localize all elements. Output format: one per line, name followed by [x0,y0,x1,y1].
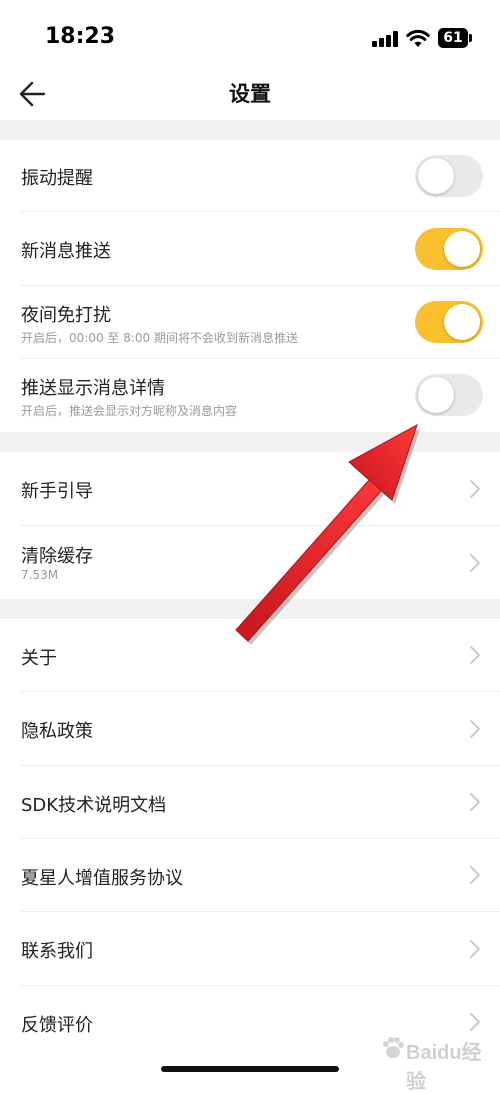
menu-item-guide[interactable]: 新手引导 [0,452,500,526]
setting-row-push: 新消息推送 [0,212,500,286]
section-gap [0,599,500,619]
menu-item-label: 反馈评价 [21,1015,93,1036]
setting-row-vibration: 振动提醒 [0,140,500,212]
setting-label: 振动提醒 [21,168,93,189]
wifi-icon [406,29,430,47]
menu-item-label: 新手引导 [21,481,93,502]
home-indicator[interactable] [161,1066,339,1072]
battery-level: 61 [438,28,468,48]
setting-label: 夜间免打扰 [21,305,111,326]
menu-item-label: 夏星人增值服务协议 [21,868,183,889]
menu-item-sdk-doc[interactable]: SDK技术说明文档 [0,766,500,839]
status-bar: 18:23 61 [0,0,500,70]
menu-item-label: SDK技术说明文档 [21,795,167,816]
push-details-toggle[interactable] [415,374,483,416]
menu-item-label: 隐私政策 [21,721,93,742]
chevron-right-icon [470,866,480,884]
section-gap [0,120,500,140]
menu-item-clear-cache[interactable]: 清除缓存 7.53M [0,526,500,599]
chevron-right-icon [470,480,480,498]
menu-item-privacy[interactable]: 隐私政策 [0,692,500,766]
cache-size: 7.53M [21,568,59,582]
chevron-right-icon [470,646,480,664]
chevron-right-icon [470,793,480,811]
vibration-toggle[interactable] [415,155,483,197]
menu-item-about[interactable]: 关于 [0,619,500,692]
setting-row-dnd: 夜间免打扰 开启后，00:00 至 8:00 期间将不会收到新消息推送 [0,286,500,359]
back-arrow-icon[interactable] [14,74,54,114]
menu-item-label: 关于 [21,648,57,669]
setting-subtitle: 开启后，推送会显示对方昵称及消息内容 [21,404,238,418]
setting-label: 新消息推送 [21,241,111,262]
chevron-right-icon [470,720,480,738]
status-time: 18:23 [45,24,116,49]
chevron-right-icon [470,940,480,958]
menu-item-service-agreement[interactable]: 夏星人增值服务协议 [0,839,500,912]
setting-row-push-details: 推送显示消息详情 开启后，推送会显示对方昵称及消息内容 [0,359,500,432]
push-toggle[interactable] [415,228,483,270]
dnd-toggle[interactable] [415,301,483,343]
menu-item-contact[interactable]: 联系我们 [0,912,500,986]
setting-label: 推送显示消息详情 [21,378,165,399]
cellular-signal-icon [372,31,399,47]
chevron-right-icon [470,554,480,572]
page-title: 设置 [229,82,271,106]
paw-icon [383,1037,404,1058]
menu-item-label: 清除缓存 [21,546,93,567]
baidu-watermark-logo: Baidu经验 [380,1028,492,1093]
section-gap [0,432,500,452]
menu-item-label: 联系我们 [21,941,93,962]
nav-bar: 设置 [0,70,500,120]
battery-icon: 61 [438,28,474,48]
setting-subtitle: 开启后，00:00 至 8:00 期间将不会收到新消息推送 [21,331,298,345]
